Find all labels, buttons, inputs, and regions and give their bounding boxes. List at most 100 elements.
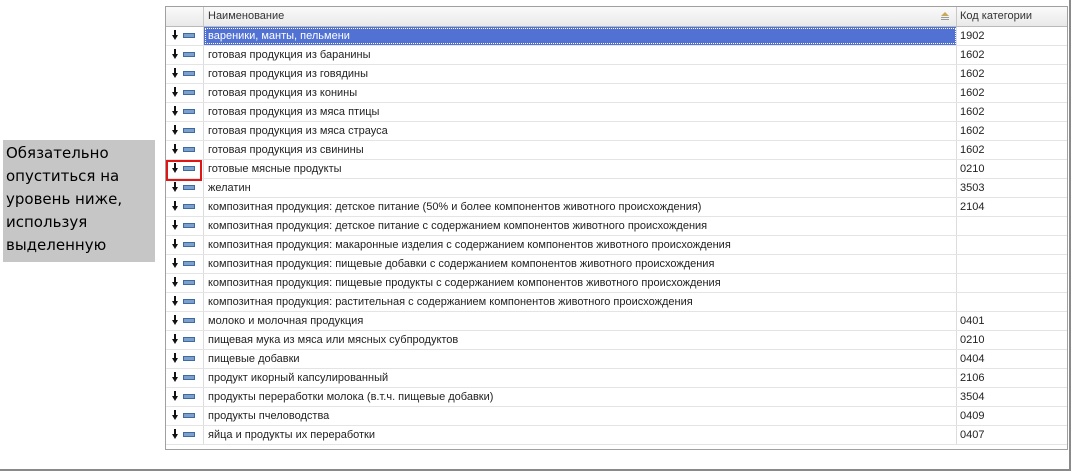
table-row[interactable]: готовая продукция из конины 1602 (166, 84, 1067, 103)
row-name-cell[interactable]: продукт икорный капсулированный (204, 369, 957, 387)
row-name-cell[interactable]: готовые мясные продукты (204, 160, 957, 178)
row-code-cell[interactable]: 1602 (957, 84, 1067, 102)
row-name-cell[interactable]: вареники, манты, пельмени (204, 27, 957, 45)
table-row[interactable]: композитная продукция: макаронные издели… (166, 236, 1067, 255)
row-name-cell[interactable]: композитная продукция: растительная с со… (204, 293, 957, 311)
header-icons-column[interactable] (166, 7, 204, 26)
table-row[interactable]: готовая продукция из говядины 1602 (166, 65, 1067, 84)
expand-down-icon[interactable] (172, 315, 178, 326)
table-row[interactable]: готовая продукция из свинины 1602 (166, 141, 1067, 160)
table-row[interactable]: желатин 3503 (166, 179, 1067, 198)
table-row[interactable]: молоко и молочная продукция 0401 (166, 312, 1067, 331)
row-name-cell[interactable]: пищевая мука из мяса или мясных субпроду… (204, 331, 957, 349)
row-name-cell[interactable]: готовая продукция из мяса птицы (204, 103, 957, 121)
table-row[interactable]: композитная продукция: растительная с со… (166, 293, 1067, 312)
row-code-cell[interactable]: 3503 (957, 179, 1067, 197)
row-code-cell[interactable] (957, 236, 1067, 254)
expand-down-icon[interactable] (172, 391, 178, 402)
expand-down-icon[interactable] (172, 144, 178, 155)
row-name-cell[interactable]: желатин (204, 179, 957, 197)
row-icons-cell (166, 198, 204, 216)
row-name-cell[interactable]: готовая продукция из конины (204, 84, 957, 102)
table-row[interactable]: вареники, манты, пельмени 1902 (166, 27, 1067, 46)
row-name-cell[interactable]: композитная продукция: пищевые продукты … (204, 274, 957, 292)
expand-down-icon[interactable] (172, 334, 178, 345)
table-row[interactable]: композитная продукция: детское питание с… (166, 217, 1067, 236)
row-code-cell[interactable]: 0401 (957, 312, 1067, 330)
item-icon (183, 318, 195, 323)
expand-down-icon[interactable] (172, 410, 178, 421)
expand-down-icon[interactable] (172, 239, 178, 250)
table-row[interactable]: готовые мясные продукты 0210 (166, 160, 1067, 179)
row-name-cell[interactable]: готовая продукция из говядины (204, 65, 957, 83)
table-header: Наименование Код категории (166, 7, 1067, 27)
expand-down-icon[interactable] (172, 201, 178, 212)
expand-down-icon[interactable] (172, 220, 178, 231)
expand-down-icon[interactable] (172, 277, 178, 288)
row-name-cell[interactable]: готовая продукция из баранины (204, 46, 957, 64)
expand-down-icon[interactable] (172, 68, 178, 79)
header-name-column[interactable]: Наименование (204, 7, 957, 26)
table-row[interactable]: готовая продукция из мяса страуса 1602 (166, 122, 1067, 141)
table-row[interactable]: яйца и продукты их переработки 0407 (166, 426, 1067, 445)
table-row[interactable]: продукты переработки молока (в.т.ч. пище… (166, 388, 1067, 407)
row-name-cell[interactable]: молоко и молочная продукция (204, 312, 957, 330)
row-name-cell[interactable]: композитная продукция: детское питание с… (204, 217, 957, 235)
row-code-cell[interactable]: 0409 (957, 407, 1067, 425)
row-code-cell[interactable]: 1902 (957, 27, 1067, 45)
row-code-cell[interactable]: 1602 (957, 141, 1067, 159)
expand-down-icon[interactable] (172, 49, 178, 60)
table-row[interactable]: готовая продукция из баранины 1602 (166, 46, 1067, 65)
expand-down-icon[interactable] (172, 87, 178, 98)
expand-down-icon[interactable] (172, 296, 178, 307)
row-code-cell[interactable] (957, 255, 1067, 273)
row-code-cell[interactable]: 3504 (957, 388, 1067, 406)
item-icon (183, 223, 195, 228)
row-name-cell[interactable]: композитная продукция: пищевые добавки с… (204, 255, 957, 273)
row-code-cell[interactable]: 2104 (957, 198, 1067, 216)
row-name-cell[interactable]: композитная продукция: детское питание (… (204, 198, 957, 216)
row-name-cell[interactable]: пищевые добавки (204, 350, 957, 368)
table-row[interactable]: композитная продукция: пищевые добавки с… (166, 255, 1067, 274)
row-name-cell[interactable]: готовая продукция из свинины (204, 141, 957, 159)
table-row[interactable]: пищевые добавки 0404 (166, 350, 1067, 369)
row-name-cell[interactable]: продукты пчеловодства (204, 407, 957, 425)
expand-down-icon[interactable] (172, 106, 178, 117)
table-row[interactable]: продукт икорный капсулированный 2106 (166, 369, 1067, 388)
row-icons-cell (166, 388, 204, 406)
row-code-cell[interactable]: 0210 (957, 160, 1067, 178)
row-code-cell[interactable]: 1602 (957, 103, 1067, 121)
table-row[interactable]: пищевая мука из мяса или мясных субпроду… (166, 331, 1067, 350)
expand-down-icon[interactable] (172, 429, 178, 440)
row-code-cell[interactable]: 2106 (957, 369, 1067, 387)
row-icons-cell (166, 103, 204, 121)
expand-down-icon[interactable] (172, 125, 178, 136)
row-name-cell[interactable]: композитная продукция: макаронные издели… (204, 236, 957, 254)
row-icons-cell (166, 217, 204, 235)
row-code-cell[interactable] (957, 217, 1067, 235)
header-code-column[interactable]: Код категории (957, 7, 1067, 26)
expand-down-icon[interactable] (172, 30, 178, 41)
table-row[interactable]: композитная продукция: детское питание (… (166, 198, 1067, 217)
row-name-cell[interactable]: яйца и продукты их переработки (204, 426, 957, 444)
row-code-cell[interactable]: 1602 (957, 122, 1067, 140)
row-code-cell[interactable] (957, 274, 1067, 292)
sort-ascending-icon[interactable] (940, 12, 950, 21)
row-code-cell[interactable]: 1602 (957, 65, 1067, 83)
table-row[interactable]: готовая продукция из мяса птицы 1602 (166, 103, 1067, 122)
row-name-cell[interactable]: продукты переработки молока (в.т.ч. пище… (204, 388, 957, 406)
row-icons-cell (166, 46, 204, 64)
table-row[interactable]: композитная продукция: пищевые продукты … (166, 274, 1067, 293)
row-code-cell[interactable]: 0210 (957, 331, 1067, 349)
expand-down-icon[interactable] (172, 353, 178, 364)
expand-down-icon[interactable] (172, 372, 178, 383)
row-code-cell[interactable]: 1602 (957, 46, 1067, 64)
row-code-cell[interactable]: 0404 (957, 350, 1067, 368)
row-code-cell[interactable]: 0407 (957, 426, 1067, 444)
expand-down-icon[interactable] (172, 182, 178, 193)
row-code-cell[interactable] (957, 293, 1067, 311)
row-name-cell[interactable]: готовая продукция из мяса страуса (204, 122, 957, 140)
table-row[interactable]: продукты пчеловодства 0409 (166, 407, 1067, 426)
expand-down-icon[interactable] (172, 258, 178, 269)
header-code-label: Код категории (960, 10, 1033, 22)
